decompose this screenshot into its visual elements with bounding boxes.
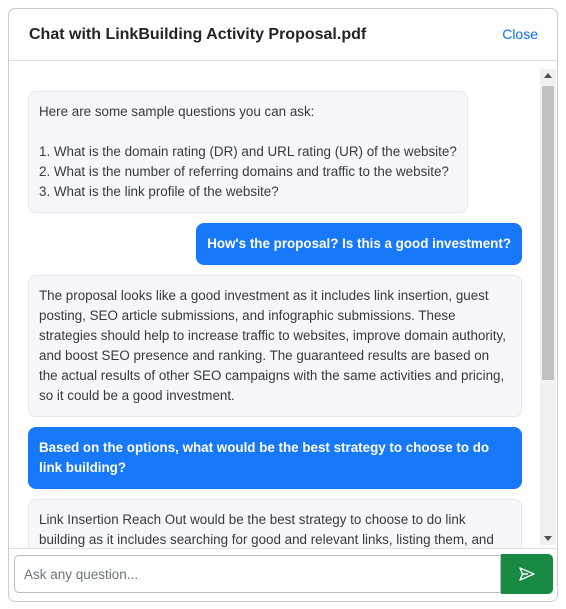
composer (9, 548, 557, 601)
user-message: How's the proposal? Is this a good inves… (196, 223, 522, 265)
user-message: Based on the options, what would be the … (28, 427, 522, 489)
message-list: Here are some sample questions you can a… (28, 91, 522, 548)
send-button[interactable] (501, 554, 553, 594)
send-icon (519, 567, 535, 581)
bot-message: Here are some sample questions you can a… (28, 91, 468, 213)
question-input[interactable] (14, 555, 501, 593)
close-button[interactable]: Close (502, 26, 538, 42)
scroll-down-arrow-icon[interactable] (540, 531, 556, 545)
scroll-up-arrow-icon[interactable] (540, 69, 556, 83)
dialog-header: Chat with LinkBuilding Activity Proposal… (9, 9, 557, 61)
scrollbar[interactable] (540, 69, 556, 545)
scrollbar-thumb[interactable] (542, 86, 554, 380)
dialog-title: Chat with LinkBuilding Activity Proposal… (29, 26, 367, 43)
chat-messages-area[interactable]: Here are some sample questions you can a… (9, 61, 557, 548)
chat-dialog: Chat with LinkBuilding Activity Proposal… (8, 8, 558, 602)
bot-message: Link Insertion Reach Out would be the be… (28, 499, 522, 548)
bot-message: The proposal looks like a good investmen… (28, 275, 522, 417)
